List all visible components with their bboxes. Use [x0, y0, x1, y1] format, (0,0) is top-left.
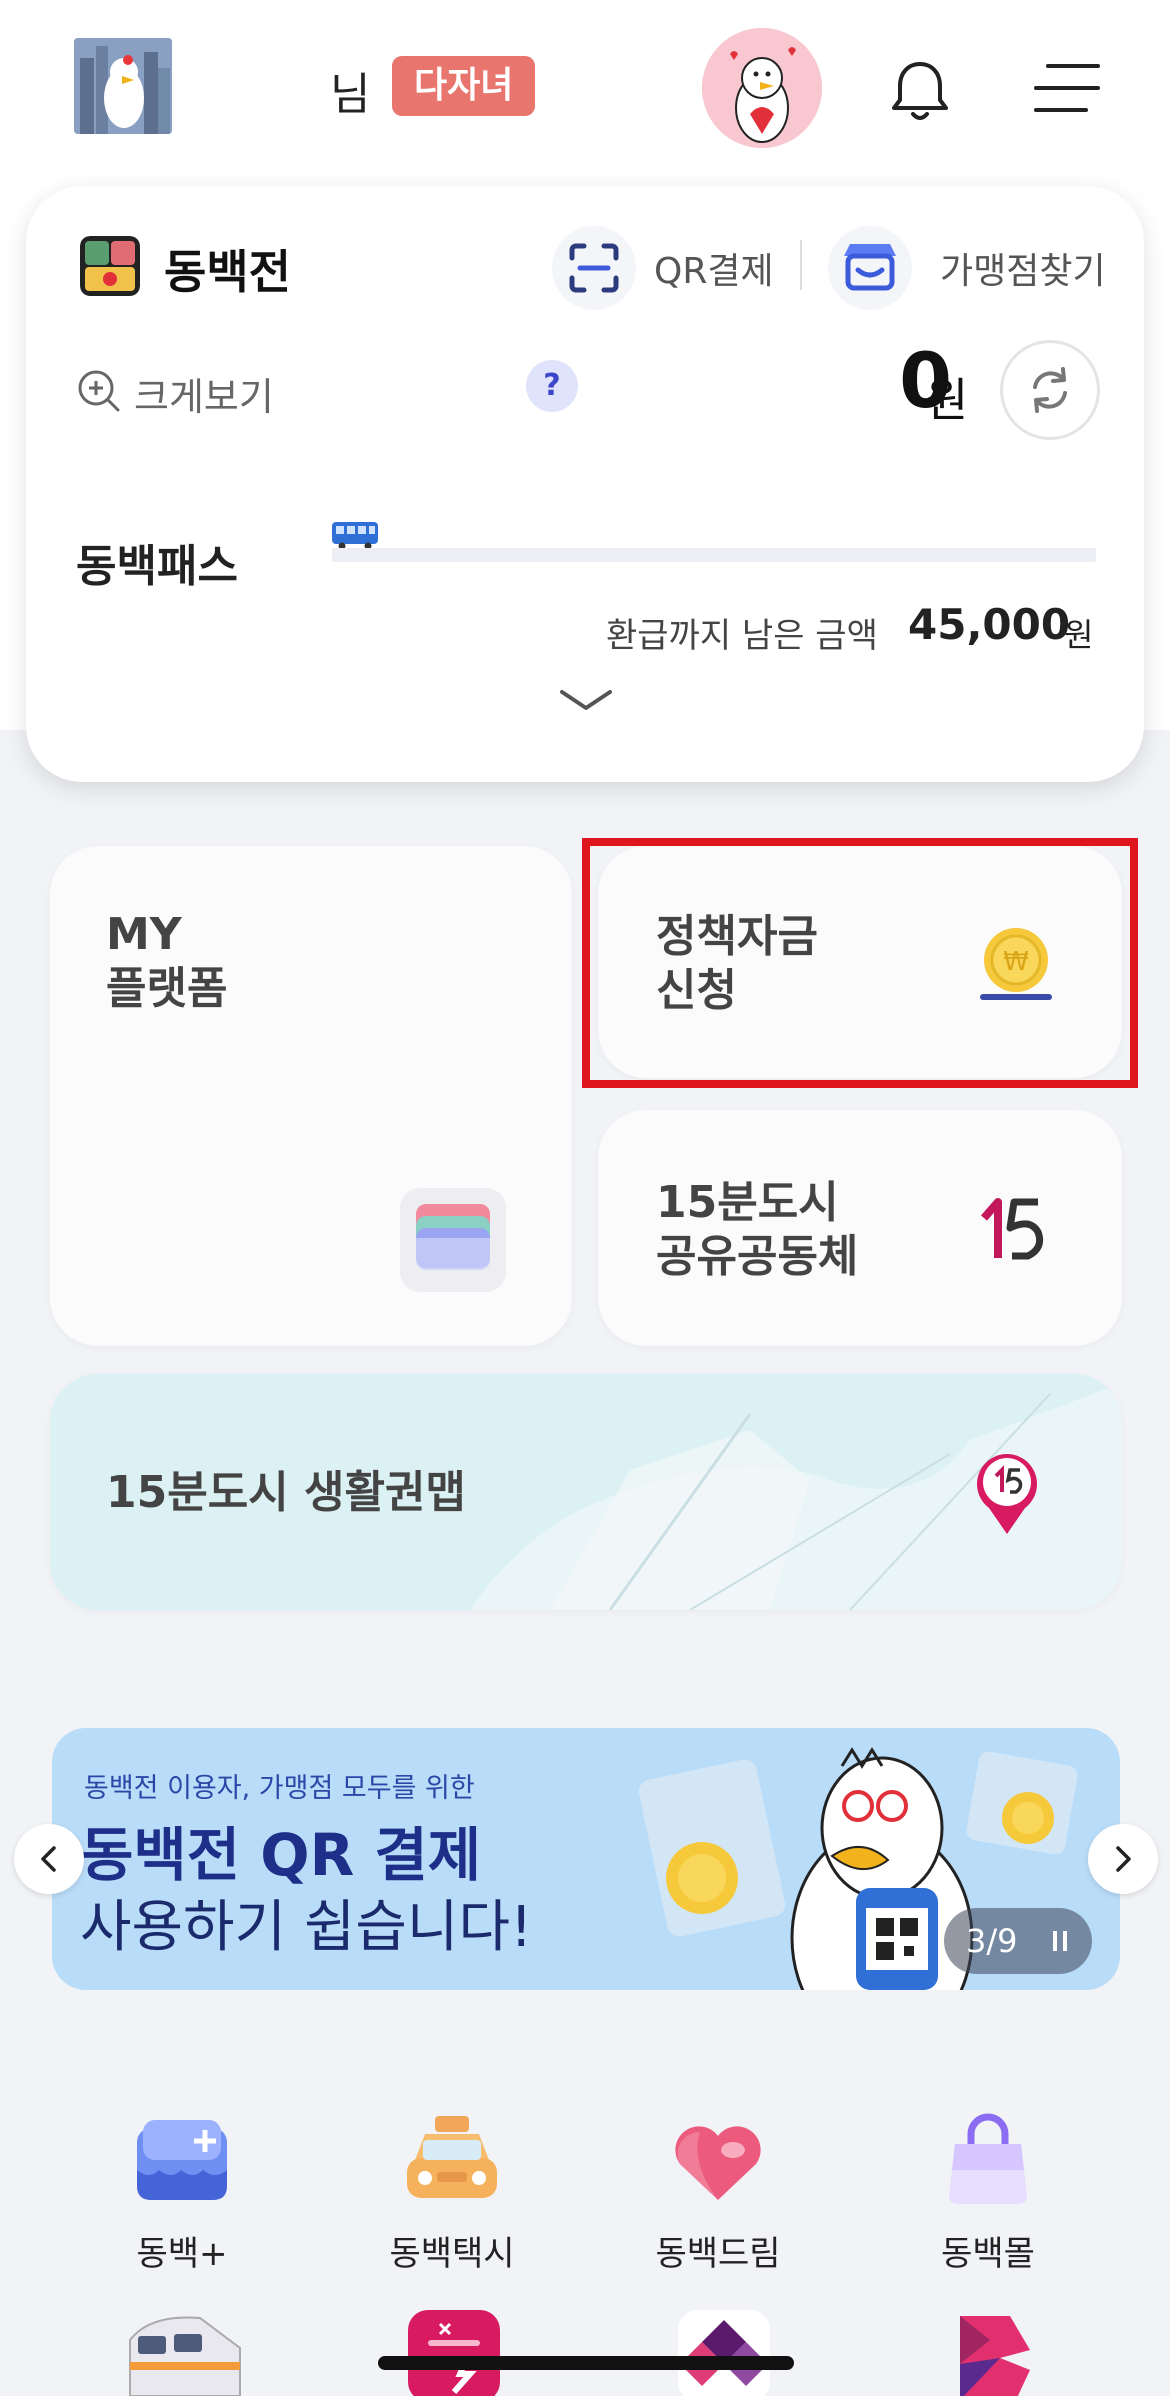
- banner-subtitle: 동백전 이용자, 가맹점 모두를 위한: [84, 1773, 475, 1804]
- service-label: 동백드림: [655, 2234, 781, 2274]
- service-label: 동백몰: [941, 2234, 1035, 2274]
- wallet-stack-icon: [398, 1186, 508, 1294]
- service-dongbaek-mall[interactable]: 동백몰: [868, 2110, 1108, 2275]
- mascot-avatar[interactable]: [702, 28, 822, 148]
- zoom-view-button[interactable]: 크게보기: [134, 366, 274, 421]
- find-store-button[interactable]: 가맹점찾기: [940, 242, 1106, 294]
- home-indicator: [378, 2356, 794, 2370]
- chevron-left-icon: [41, 1846, 56, 1872]
- balance-unit: 원: [926, 373, 969, 427]
- banner-title-line2: 사용하기 쉽습니다!: [80, 1895, 533, 1960]
- hamburger-menu-icon[interactable]: [1032, 58, 1104, 118]
- notification-bell-icon[interactable]: [880, 50, 960, 130]
- user-name-suffix: 님: [330, 69, 371, 120]
- promo-banner[interactable]: 동백전 이용자, 가맹점 모두를 위한 동백전 QR 결제 사용하기 쉽습니다!…: [52, 1728, 1120, 1990]
- store-icon[interactable]: [828, 226, 912, 310]
- qr-pay-button[interactable]: QR결제: [654, 242, 774, 294]
- taxi-icon: [407, 2116, 497, 2198]
- service-label: 동백택시: [389, 2234, 515, 2274]
- b-service-icon[interactable]: [930, 2310, 1050, 2396]
- refund-remaining-label: 환급까지 남은 금액: [606, 616, 878, 656]
- life-map-tile[interactable]: 15분도시 생활권맵: [50, 1374, 1122, 1610]
- service-dongbaek-dream[interactable]: 동백드림: [598, 2110, 838, 2275]
- life-map-label: 15분도시 생활권맵: [106, 1467, 466, 1518]
- pause-icon[interactable]: [1052, 1930, 1068, 1952]
- map-pin-icon: [972, 1448, 1042, 1538]
- banner-prev-button[interactable]: [14, 1824, 84, 1894]
- banner-counter-text: 3/9: [966, 1922, 1018, 1960]
- refund-remaining-amount: 45,000: [908, 600, 1071, 649]
- my-platform-label: MY 플랫폼: [106, 909, 228, 1014]
- shopping-bag-icon: [949, 2113, 1027, 2204]
- banner-next-button[interactable]: [1088, 1824, 1158, 1894]
- bus-icon: [330, 520, 380, 550]
- wallet-card: 동백전 QR결제 가맹점찾기 크게보기 ? 0 원 동백패스 환급까지 남은 금…: [26, 186, 1144, 782]
- dongbaek-plus-icon: [137, 2120, 227, 2200]
- busan-food-service-icon[interactable]: [394, 2310, 514, 2396]
- zoom-in-icon[interactable]: [76, 368, 122, 414]
- service-dongbaek-plus[interactable]: 동백+: [62, 2110, 302, 2275]
- chevron-right-icon: [1116, 1846, 1131, 1872]
- refresh-icon[interactable]: [1000, 340, 1100, 440]
- highlight-box: [582, 838, 1138, 1088]
- family-status-badge: 다자녀: [392, 56, 536, 116]
- app-header: 님 다자녀: [0, 0, 1170, 180]
- help-icon[interactable]: ?: [526, 360, 578, 412]
- city15-community-label: 15분도시 공유공동체: [656, 1177, 859, 1282]
- banner-page-counter[interactable]: 3/9: [944, 1908, 1092, 1974]
- dongbaek-pass-label: 동백패스: [76, 541, 238, 592]
- chevron-down-icon[interactable]: [556, 686, 616, 716]
- profile-image[interactable]: [74, 38, 172, 134]
- action-divider: [800, 240, 802, 290]
- busan-volunteer-service-icon[interactable]: [664, 2310, 784, 2396]
- brand-name: 동백전: [164, 245, 291, 299]
- service-dongbaek-taxi[interactable]: 동백택시: [332, 2110, 572, 2275]
- refund-unit: 원: [1064, 616, 1094, 654]
- banner-title: 동백전 QR 결제: [80, 1821, 482, 1889]
- train-service-icon[interactable]: [124, 2310, 244, 2396]
- pass-progress-track: [332, 548, 1096, 562]
- city15-logo-icon: [976, 1194, 1060, 1266]
- heart-icon: [675, 2126, 761, 2200]
- dongbaek-logo-icon: [80, 236, 140, 296]
- service-label: 동백+: [136, 2234, 228, 2274]
- qr-scan-icon[interactable]: [552, 226, 636, 310]
